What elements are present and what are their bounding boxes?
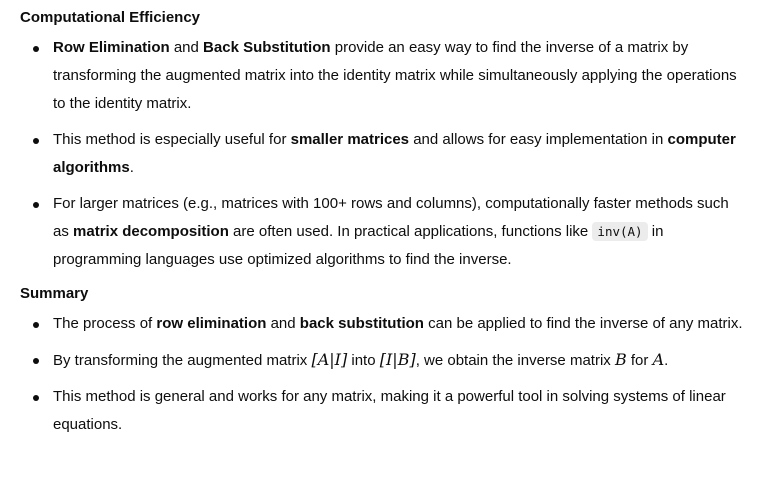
text: , we obtain the inverse matrix: [415, 352, 615, 369]
list-item: This method is general and works for any…: [33, 383, 743, 439]
text: By transforming the augmented matrix: [53, 352, 312, 369]
text: The process of: [53, 315, 157, 332]
text: and: [266, 315, 300, 332]
text: for: [626, 352, 653, 369]
math-expression: A: [652, 350, 665, 369]
text: and allows for easy implementation in: [409, 131, 668, 148]
heading-summary: Summary: [20, 285, 89, 302]
text: This method is general and works for any…: [53, 388, 726, 433]
heading-computational-efficiency: Computational Efficiency: [20, 9, 201, 26]
list-item: Row Elimination and Back Substitution pr…: [33, 34, 743, 118]
bold-term: Back Substitution: [203, 39, 331, 56]
text: can be applied to find the inverse of an…: [423, 315, 743, 332]
text: This method is especially useful for: [53, 131, 291, 148]
inline-code: inv(A): [592, 222, 648, 241]
efficiency-list: Row Elimination and Back Substitution pr…: [20, 34, 763, 274]
text: .: [129, 159, 134, 176]
bold-term: smaller matrices: [290, 131, 410, 148]
list-item: By transforming the augmented matrix [A|…: [33, 346, 743, 375]
bold-term: row elimination: [156, 315, 267, 332]
text: and: [169, 39, 204, 56]
list-item: For larger matrices (e.g., matrices with…: [33, 190, 743, 274]
math-expression: B: [614, 350, 627, 369]
bold-term: back substitution: [299, 315, 424, 332]
text: into: [347, 352, 380, 369]
math-expression: [I|B]: [379, 350, 416, 369]
math-expression: [A|I]: [311, 350, 348, 369]
list-item: The process of row elimination and back …: [33, 310, 743, 338]
bold-term: Row Elimination: [53, 39, 170, 56]
bold-term: matrix decomposition: [73, 223, 229, 240]
list-item: This method is especially useful for sma…: [33, 126, 743, 182]
text: .: [664, 352, 669, 369]
response-content: Computational Efficiency Row Elimination…: [0, 0, 763, 439]
text: are often used. In practical application…: [228, 223, 593, 240]
summary-list: The process of row elimination and back …: [20, 310, 763, 439]
